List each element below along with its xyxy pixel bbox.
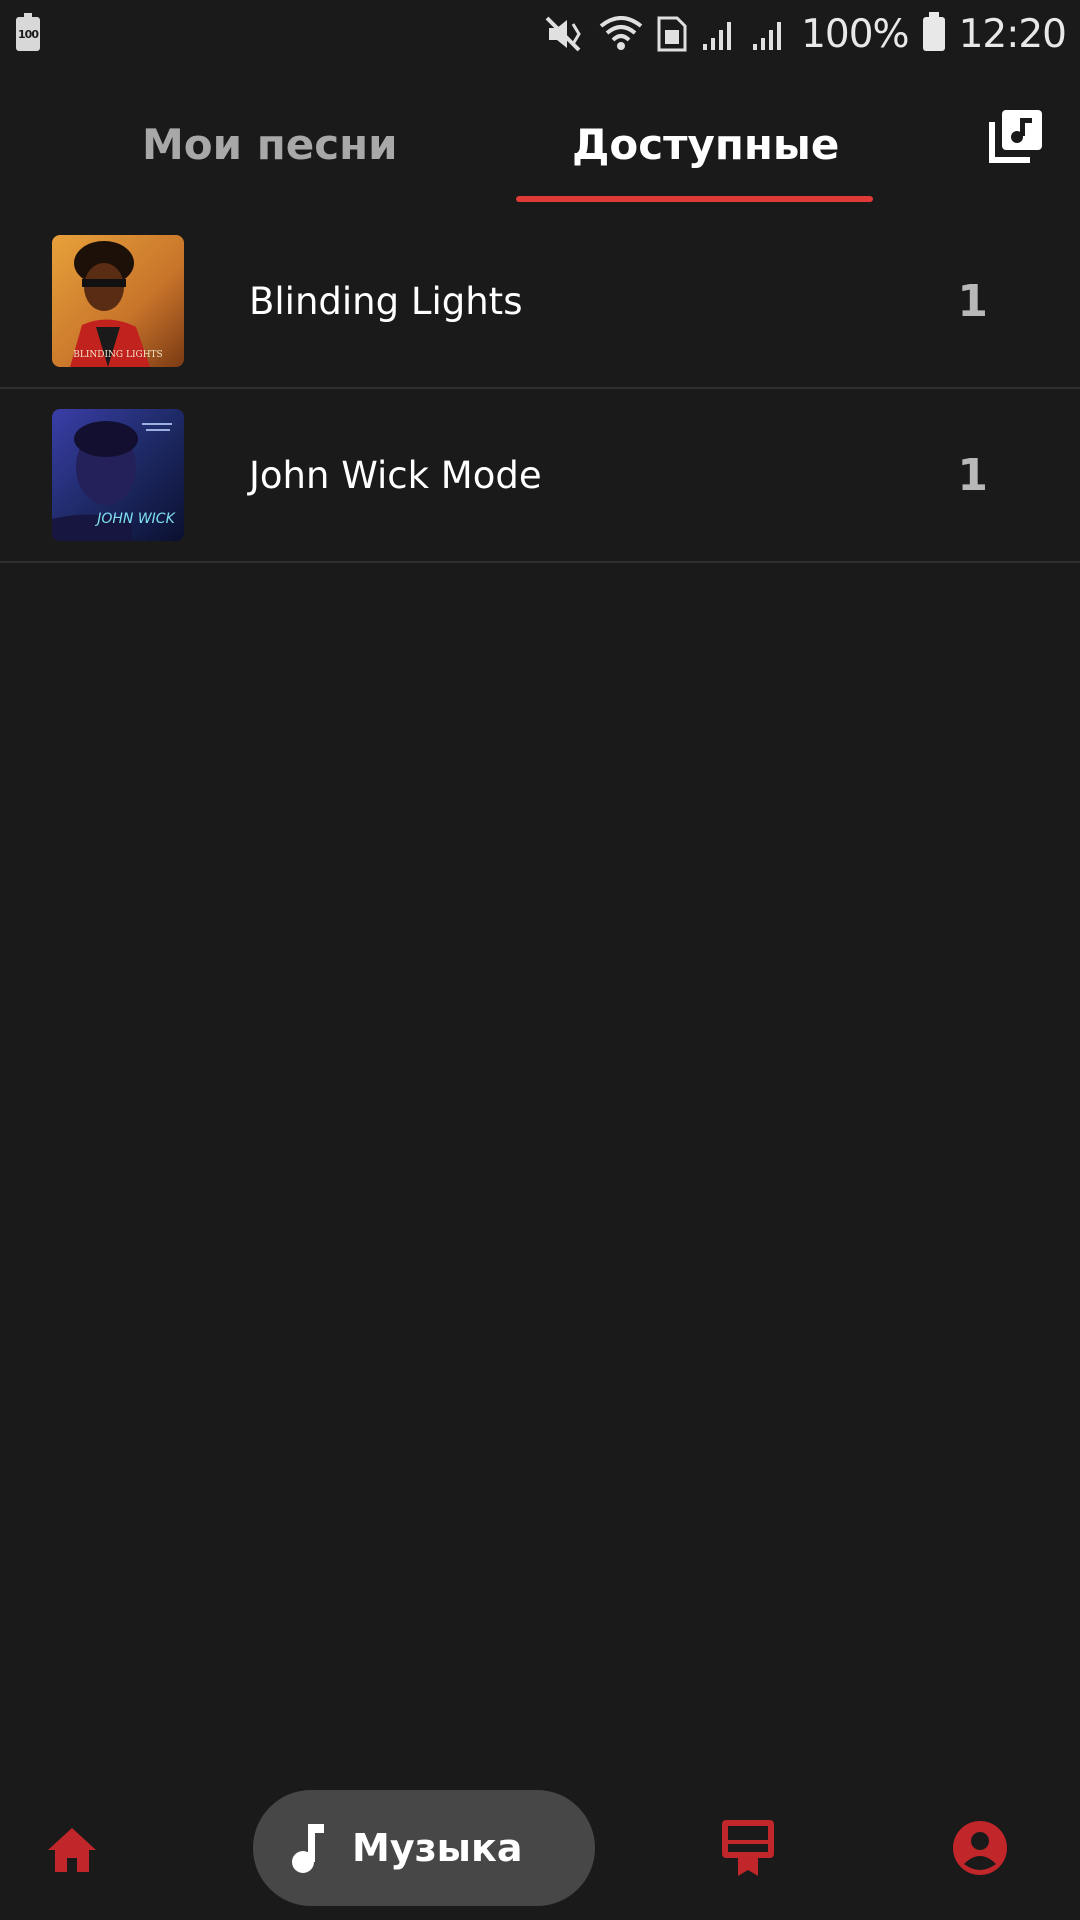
nav-home-button[interactable]: [46, 1824, 98, 1876]
tab-bar: Мои песни Доступные: [0, 90, 1080, 205]
board-icon: [722, 1820, 774, 1876]
song-count: 1: [957, 449, 988, 501]
status-left: 100: [16, 13, 40, 51]
tab-available[interactable]: Доступные: [572, 120, 839, 169]
tab-my-songs[interactable]: Мои песни: [142, 120, 398, 169]
song-row[interactable]: BLINDING LIGHTS Blinding Lights 1: [0, 215, 1080, 389]
nav-board-button[interactable]: [720, 1818, 776, 1878]
battery-saver-icon: 100: [16, 13, 40, 51]
song-count: 1: [957, 275, 988, 327]
status-bar: 100 100% 12:20: [0, 0, 1080, 68]
nav-music-button[interactable]: Музыка: [253, 1790, 595, 1906]
mute-icon: [545, 16, 585, 52]
nav-music-label: Музыка: [352, 1826, 523, 1870]
cover-text: JOHN WICK: [94, 511, 176, 527]
battery-percent: 100%: [801, 11, 909, 57]
bottom-navigation: Музыка: [0, 1780, 1080, 1920]
home-icon: [48, 1828, 96, 1872]
album-cover: JOHN WICK: [52, 409, 184, 541]
profile-icon: [953, 1821, 1007, 1875]
battery-icon: [922, 12, 945, 51]
sim-icon: [657, 16, 687, 52]
battery-saver-label: 100: [18, 27, 39, 41]
clock: 12:20: [958, 11, 1067, 57]
active-tab-indicator: [516, 196, 873, 202]
signal-icon: [701, 16, 737, 52]
song-title: John Wick Mode: [249, 453, 542, 497]
music-note-icon: [292, 1824, 324, 1873]
album-cover: BLINDING LIGHTS: [52, 235, 184, 367]
song-list: BLINDING LIGHTS Blinding Lights 1 JOHN W…: [0, 215, 1080, 563]
music-library-button[interactable]: [988, 108, 1044, 164]
song-row[interactable]: JOHN WICK John Wick Mode 1: [0, 389, 1080, 563]
song-title: Blinding Lights: [249, 279, 523, 323]
cover-text: BLINDING LIGHTS: [73, 350, 162, 360]
wifi-icon: [599, 16, 643, 52]
signal-icon: [751, 16, 787, 52]
nav-profile-button[interactable]: [952, 1820, 1008, 1876]
music-library-icon: [989, 110, 1042, 163]
status-right: 100% 12:20: [545, 11, 1067, 57]
